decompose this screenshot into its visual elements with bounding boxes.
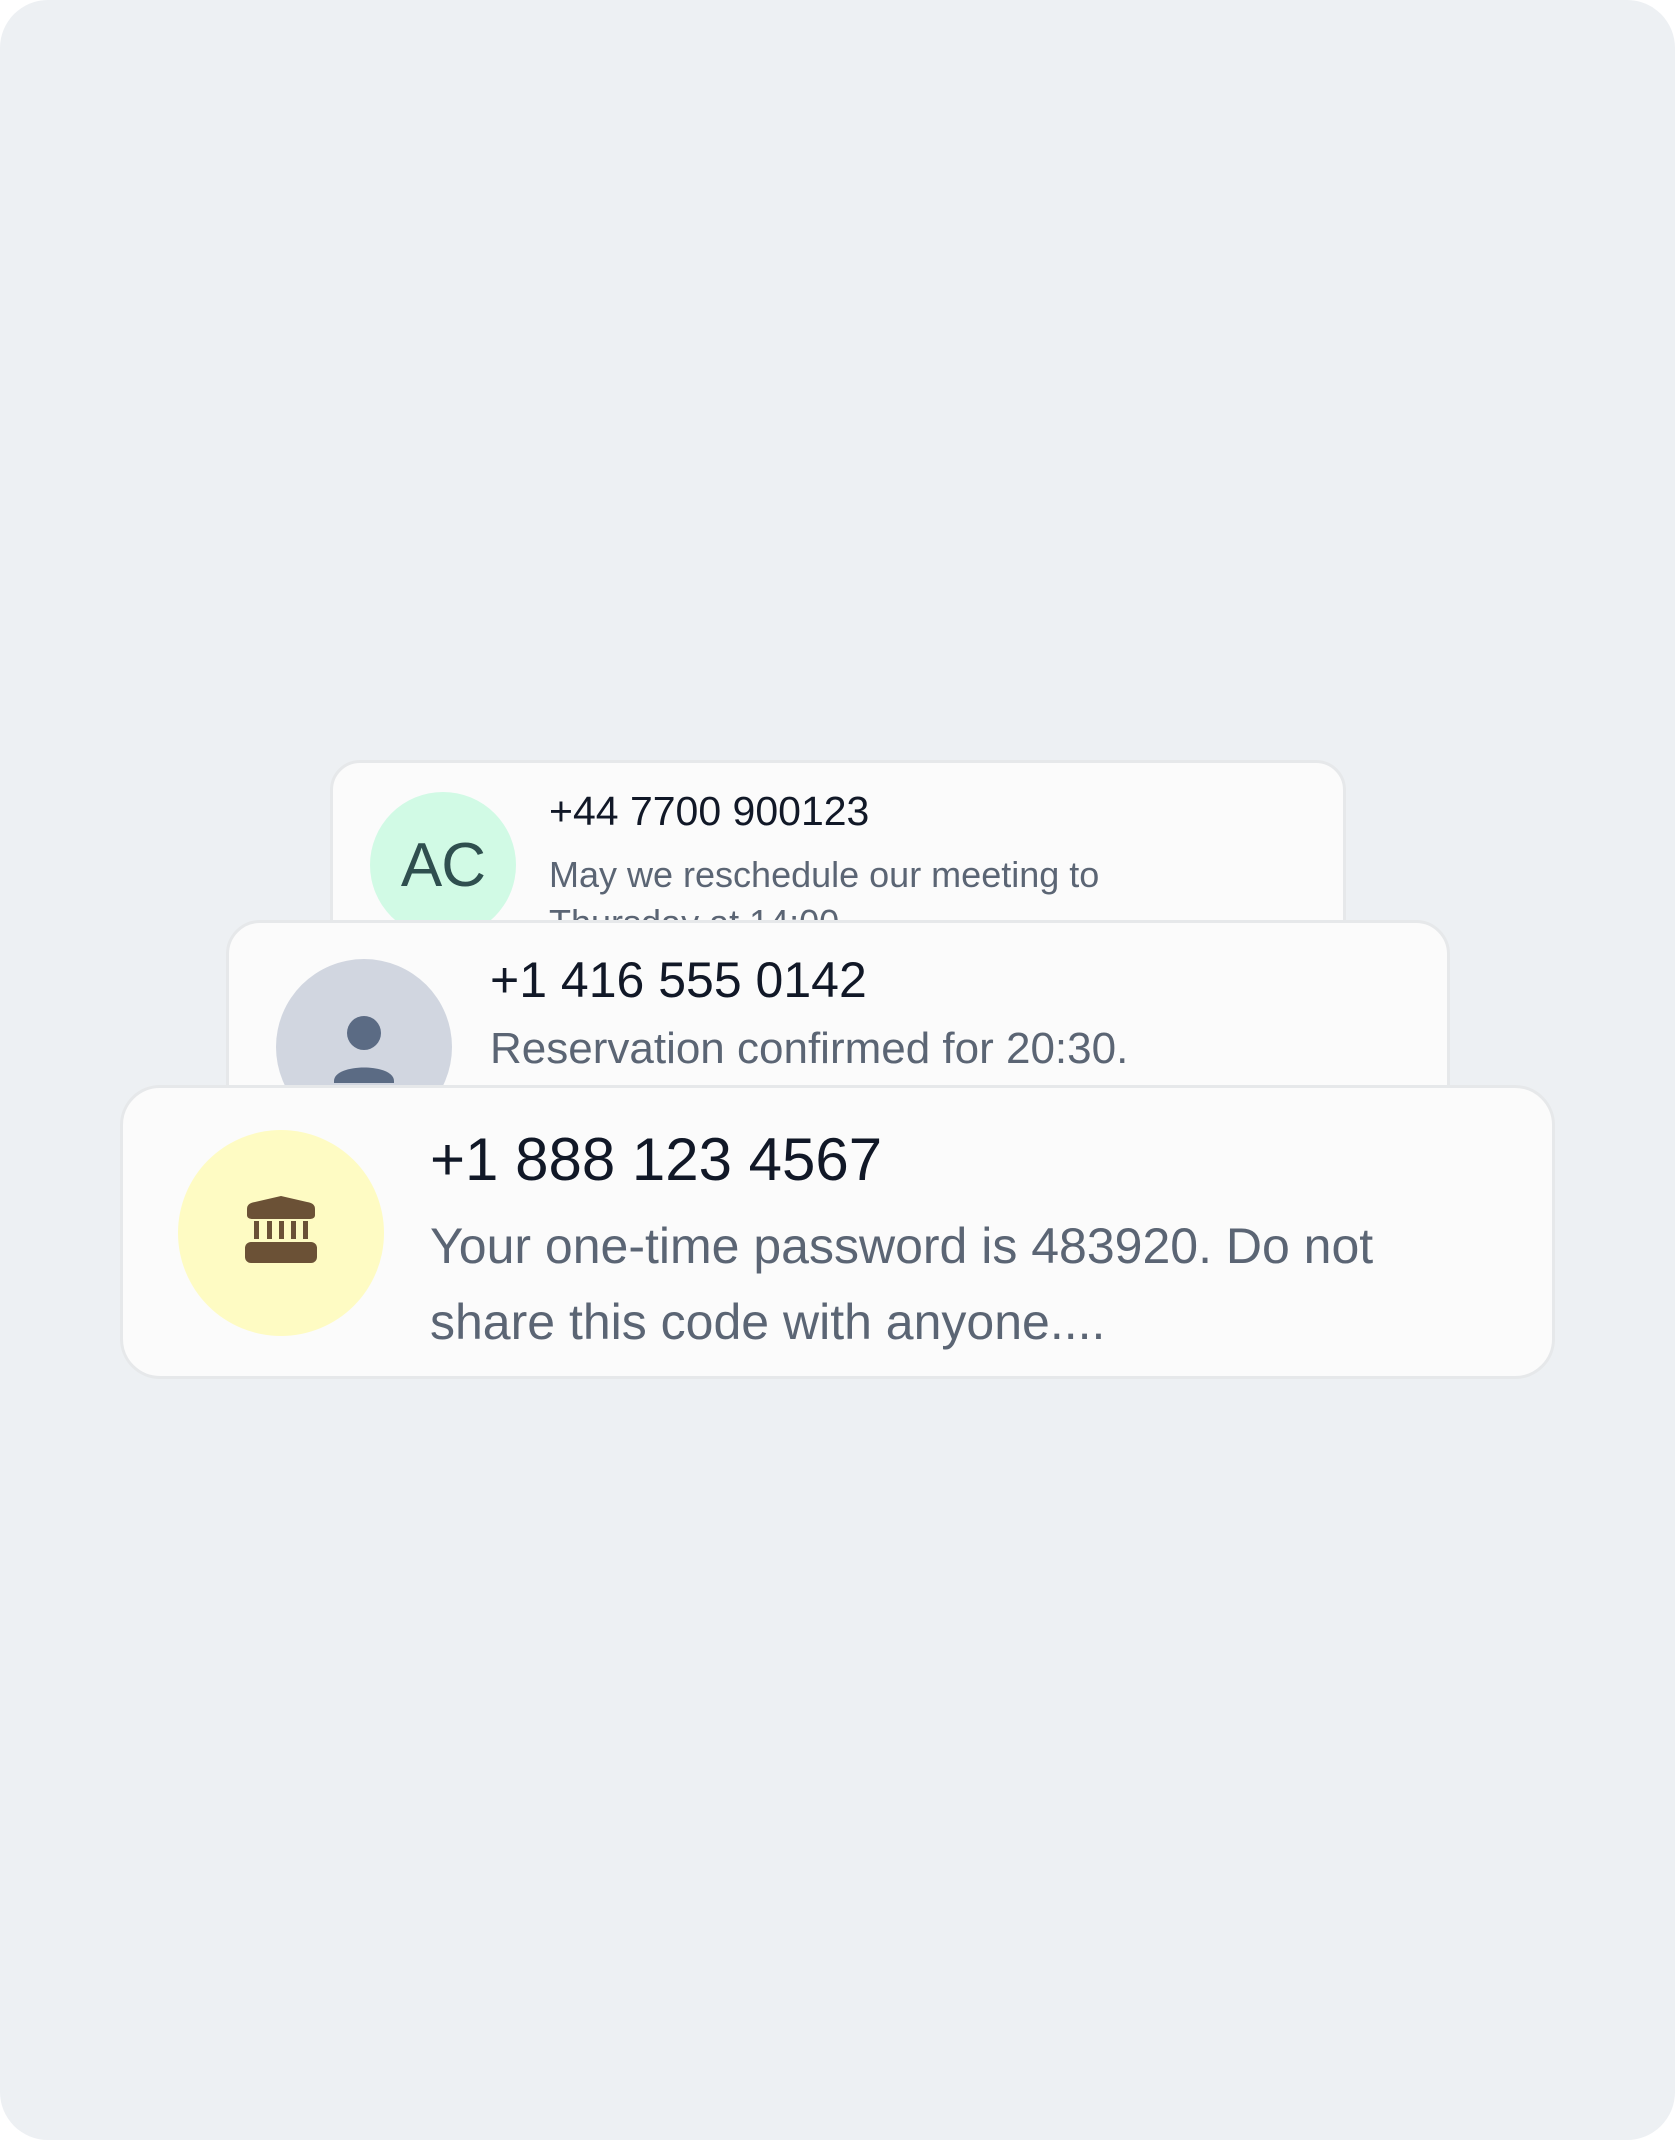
message-preview: Your one-time password is 483920. Do not… [430, 1218, 1374, 1350]
avatar: AC [370, 792, 516, 938]
bank-icon [241, 1193, 321, 1273]
notification-card[interactable]: +1 888 123 4567 Your one-time password i… [120, 1085, 1555, 1379]
notification-stack-canvas: AC +44 7700 900123 May we reschedule our… [0, 0, 1675, 2140]
avatar-initials: AC [400, 830, 486, 900]
message-preview: Reservation confirmed for 20:30. [490, 1024, 1129, 1073]
sender-number: +1 416 555 0142 [490, 952, 867, 1008]
sender-number: +44 7700 900123 [549, 788, 870, 834]
avatar [178, 1130, 384, 1336]
sender-number: +1 888 123 4567 [430, 1126, 883, 1193]
